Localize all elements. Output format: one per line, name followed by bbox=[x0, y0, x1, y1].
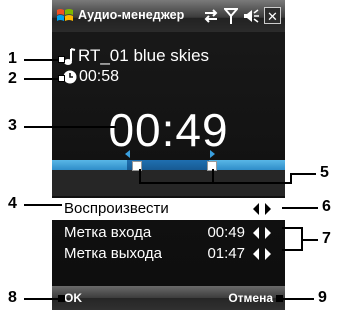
menu-item-mark-in[interactable]: Метка входа 00:49 bbox=[52, 222, 285, 244]
softkey-bar: OK Отмена bbox=[52, 286, 285, 310]
volume-icon[interactable] bbox=[242, 6, 260, 26]
current-time-display: 00:49 bbox=[108, 104, 229, 156]
callout-2: 2 bbox=[8, 70, 17, 87]
callout-line-5e bbox=[290, 173, 316, 175]
callout-line-7d bbox=[301, 239, 318, 241]
left-right-arrows-icon[interactable] bbox=[251, 226, 279, 240]
sync-icon[interactable] bbox=[202, 6, 220, 26]
callout-7: 7 bbox=[322, 230, 331, 247]
audio-manager-screen: Аудио-менеджер ✕ RT_01 blue skies 00:58 bbox=[52, 0, 285, 310]
cancel-softkey[interactable]: Отмена bbox=[228, 291, 273, 305]
callout-9: 9 bbox=[318, 289, 327, 306]
callout-3: 3 bbox=[8, 117, 17, 134]
app-title: Аудио-менеджер bbox=[78, 8, 185, 22]
callout-line-3 bbox=[24, 126, 116, 128]
mark-in-indicator-icon bbox=[125, 150, 130, 158]
callout-5: 5 bbox=[320, 164, 329, 181]
callout-line-7a bbox=[282, 227, 302, 229]
left-right-arrows-icon[interactable] bbox=[251, 247, 279, 261]
callout-8: 8 bbox=[8, 289, 17, 306]
callout-marker-9 bbox=[276, 295, 283, 302]
duration-value: 00:58 bbox=[79, 68, 120, 85]
menu-item-label: Воспроизвести bbox=[64, 200, 169, 217]
menu-item-play[interactable]: Воспроизвести bbox=[52, 198, 285, 220]
callout-line-2 bbox=[24, 78, 60, 80]
callout-line-5c bbox=[139, 182, 291, 184]
callout-4: 4 bbox=[8, 195, 17, 212]
close-icon[interactable]: ✕ bbox=[264, 7, 281, 24]
title-bar: Аудио-менеджер ✕ bbox=[52, 0, 285, 32]
callout-line-8 bbox=[24, 298, 60, 300]
callout-line-5b bbox=[212, 169, 214, 183]
callout-line-7b bbox=[282, 249, 302, 251]
mark-out-value: 01:47 bbox=[207, 245, 245, 262]
clock-icon bbox=[63, 70, 77, 84]
menu-item-label: Метка входа bbox=[64, 224, 152, 241]
callout-line-6 bbox=[282, 207, 318, 209]
callout-line-4 bbox=[24, 204, 62, 206]
signal-icon[interactable] bbox=[224, 6, 238, 26]
callout-marker-8 bbox=[58, 295, 65, 302]
callout-marker-2 bbox=[58, 75, 65, 82]
menu-item-mark-out[interactable]: Метка выхода 01:47 bbox=[52, 243, 285, 265]
callout-line-1 bbox=[24, 59, 60, 61]
callout-marker-1 bbox=[58, 56, 65, 63]
menu-item-label: Метка выхода bbox=[64, 245, 162, 262]
track-name: RT_01 blue skies bbox=[78, 46, 210, 65]
callout-line-5a bbox=[139, 169, 141, 183]
ok-softkey[interactable]: OK bbox=[64, 291, 82, 305]
callout-line-9 bbox=[278, 298, 314, 300]
mark-out-indicator-icon bbox=[210, 150, 215, 158]
windows-start-icon[interactable] bbox=[56, 7, 74, 25]
left-right-arrows-icon[interactable] bbox=[251, 202, 279, 216]
callout-1: 1 bbox=[8, 50, 17, 67]
mark-in-value: 00:49 bbox=[207, 224, 245, 241]
progress-bar[interactable] bbox=[52, 160, 285, 170]
callout-6: 6 bbox=[322, 198, 331, 215]
